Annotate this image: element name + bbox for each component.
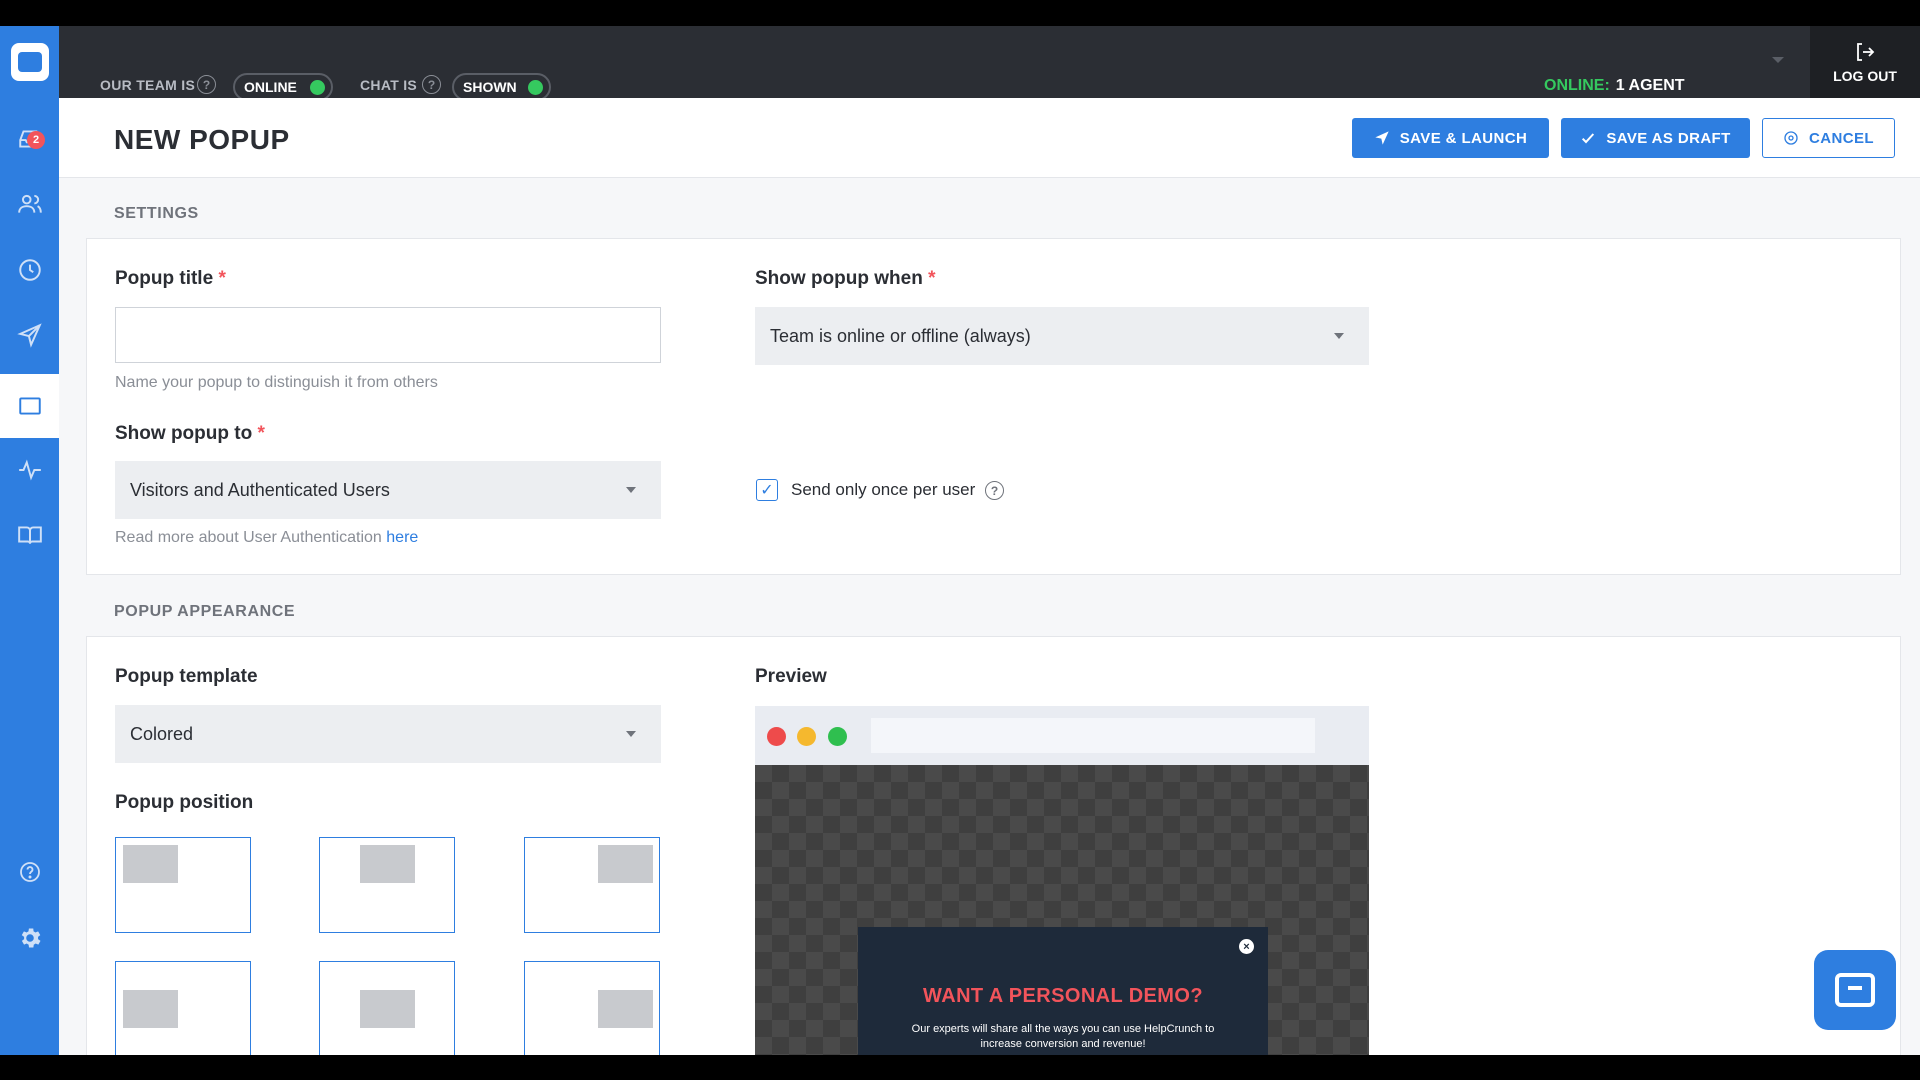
preview-popup: × WANT A PERSONAL DEMO? Our experts will…: [858, 927, 1268, 1055]
sidebar-item-popups[interactable]: [0, 374, 59, 438]
sidebar-item-knowledge-base[interactable]: [0, 503, 59, 567]
chat-logo-icon: [10, 43, 49, 81]
chevron-down-icon: [626, 487, 636, 493]
main-content: NEW POPUP SAVE & LAUNCH SAVE AS DRAFT CA…: [59, 98, 1920, 1055]
position-middle-right[interactable]: [524, 961, 660, 1055]
preview-text: Our experts will share all the ways you …: [911, 1023, 1215, 1050]
sidebar-item-history[interactable]: [0, 238, 59, 302]
team-help-icon[interactable]: ?: [197, 75, 216, 94]
close-dot-icon: [767, 727, 786, 746]
auth-link[interactable]: here: [386, 529, 418, 546]
popup-icon: [18, 397, 41, 415]
chat-widget-button[interactable]: [1814, 950, 1896, 1030]
page-header: NEW POPUP SAVE & LAUNCH SAVE AS DRAFT CA…: [59, 98, 1920, 178]
team-status-value: ONLINE: [244, 79, 297, 95]
position-label: Popup position: [115, 792, 254, 813]
show-when-select[interactable]: Team is online or offline (always): [755, 307, 1369, 365]
online-label: ONLINE:: [1544, 77, 1610, 94]
preview-heading: WANT A PERSONAL DEMO?: [923, 985, 1203, 1007]
show-to-select[interactable]: Visitors and Authenticated Users: [115, 461, 661, 519]
unread-badge: 2: [27, 131, 45, 149]
team-status-toggle[interactable]: ONLINE: [233, 73, 333, 101]
sidebar-item-reports[interactable]: [0, 438, 59, 502]
chat-help-icon[interactable]: ?: [422, 75, 441, 94]
bottom-letterbox: [0, 1055, 1920, 1080]
chat-status-toggle[interactable]: SHOWN: [452, 73, 551, 101]
position-top-center[interactable]: [319, 837, 455, 933]
position-middle-left[interactable]: [115, 961, 251, 1055]
send-once-label: Send only once per user: [791, 480, 976, 499]
popup-preview: × WANT A PERSONAL DEMO? Our experts will…: [755, 706, 1369, 1055]
settings-section-title: SETTINGS: [114, 205, 199, 222]
popup-title-hint: Name your popup to distinguish it from o…: [115, 374, 438, 391]
popup-title-label: Popup title *: [115, 268, 226, 289]
gear-icon: [21, 928, 41, 948]
page-title: NEW POPUP: [114, 124, 290, 155]
settings-card: [86, 238, 1901, 575]
save-launch-label: SAVE & LAUNCH: [1399, 129, 1528, 147]
browser-bar: [755, 706, 1369, 765]
cancel-label: CANCEL: [1809, 129, 1874, 147]
cancel-button[interactable]: CANCEL: [1762, 118, 1895, 158]
sidebar-item-help[interactable]: [0, 840, 59, 904]
auth-hint: Read more about User Authentication here: [115, 529, 419, 546]
users-icon: [17, 194, 42, 213]
book-icon: [17, 526, 42, 544]
position-top-left[interactable]: [115, 837, 251, 933]
chat-status-value: SHOWN: [463, 79, 517, 95]
help-icon: [19, 862, 40, 882]
status-dot-icon: [528, 80, 543, 95]
status-dot-icon: [310, 80, 325, 95]
top-bar: OUR TEAM IS ? ONLINE CHAT IS ? SHOWN ONL…: [0, 26, 1920, 101]
sidebar-item-messages[interactable]: [0, 303, 59, 367]
close-icon: ×: [1239, 939, 1254, 954]
send-icon: [16, 323, 42, 348]
chevron-down-icon: [1334, 333, 1344, 339]
appearance-section-title: POPUP APPEARANCE: [114, 603, 296, 620]
logout-label: LOG OUT: [1833, 68, 1897, 84]
browser-url-bar: [871, 718, 1315, 753]
top-letterbox: [0, 0, 1920, 26]
save-launch-button[interactable]: SAVE & LAUNCH: [1352, 118, 1549, 158]
template-select[interactable]: Colored: [115, 705, 661, 763]
template-label: Popup template: [115, 666, 258, 687]
send-once-help-icon[interactable]: ?: [985, 481, 1004, 500]
online-value: 1 AGENT: [1615, 77, 1685, 94]
popup-title-input[interactable]: [115, 307, 661, 363]
send-icon: [1375, 131, 1389, 145]
activity-icon: [18, 459, 41, 481]
team-status-label: OUR TEAM IS: [100, 77, 196, 93]
sidebar-item-inbox[interactable]: 2: [0, 107, 59, 171]
save-draft-label: SAVE AS DRAFT: [1606, 129, 1731, 147]
minimize-dot-icon: [797, 727, 816, 746]
show-to-value: Visitors and Authenticated Users: [130, 479, 390, 500]
online-agents-dropdown[interactable]: ONLINE: 1 AGENT: [1544, 77, 1685, 95]
save-draft-button[interactable]: SAVE AS DRAFT: [1561, 118, 1750, 158]
logout-icon: [1857, 43, 1875, 61]
chevron-down-icon: [626, 731, 636, 737]
show-when-label: Show popup when *: [755, 268, 936, 289]
app-logo[interactable]: [0, 26, 59, 98]
clock-icon: [18, 259, 41, 281]
show-when-value: Team is online or offline (always): [770, 325, 1031, 346]
position-top-right[interactable]: [524, 837, 660, 933]
chat-icon: [1835, 973, 1875, 1007]
logout-button[interactable]: LOG OUT: [1810, 26, 1920, 98]
cancel-icon: [1784, 131, 1798, 145]
show-to-label: Show popup to *: [115, 423, 265, 444]
sidebar-item-settings[interactable]: [0, 906, 59, 970]
template-value: Colored: [130, 723, 194, 744]
chat-status-label: CHAT IS: [360, 77, 418, 93]
maximize-dot-icon: [828, 727, 847, 746]
position-middle-center[interactable]: [319, 961, 455, 1055]
sidebar: 2: [0, 98, 59, 1055]
send-once-checkbox[interactable]: ✓: [756, 479, 778, 501]
sidebar-item-users[interactable]: [0, 172, 59, 236]
check-icon: [1582, 133, 1595, 144]
chevron-down-icon[interactable]: [1772, 57, 1784, 63]
preview-label: Preview: [755, 666, 827, 687]
